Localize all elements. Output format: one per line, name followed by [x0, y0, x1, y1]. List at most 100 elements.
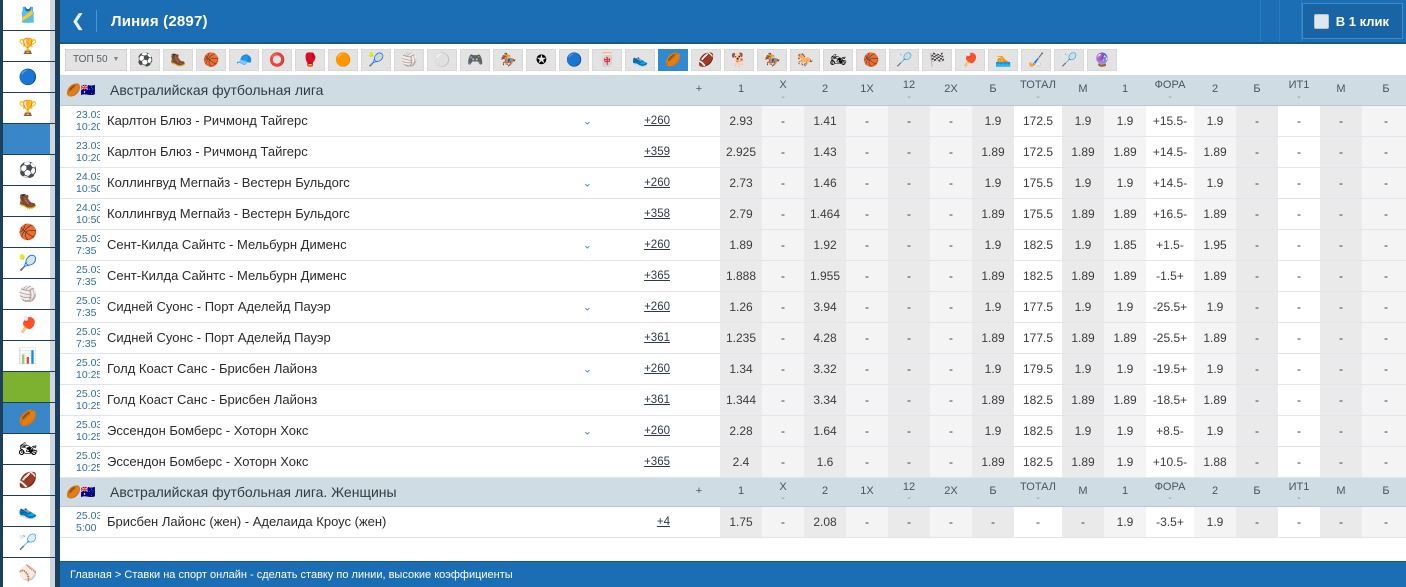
odds-cell-h1[interactable]: 1.89 [1104, 322, 1146, 354]
odds-cell-m1[interactable]: 1.9 [1062, 105, 1104, 137]
odds-cell-b1[interactable]: 1.89 [972, 322, 1014, 354]
column-header-12[interactable]: 12 ⌄ [888, 76, 930, 106]
odds-cell-m1[interactable]: 1.89 [1062, 322, 1104, 354]
filter-badminton-icon[interactable]: 🏸 [889, 48, 920, 71]
event-name-cell[interactable]: Эссендон Бомберс - Хоторн Хокс +365 [100, 446, 678, 478]
sidebar-item-baseball[interactable]: ⚾ [3, 558, 55, 587]
event-row[interactable]: 23.03 10:20 Карлтон Блюз - Ричмонд Тайгерс… [60, 105, 1406, 137]
odds-cell-m1[interactable]: 1.89 [1062, 198, 1104, 230]
sidebar-item-badminton[interactable]: 🏸 [3, 527, 55, 557]
filter-cycling-icon[interactable]: ⭕ [262, 48, 293, 71]
odds-cell-w2[interactable]: 3.32 [804, 353, 846, 385]
odds-cell-b1[interactable]: 1.9 [972, 229, 1014, 261]
odds-cell-w1[interactable]: 1.89 [720, 229, 762, 261]
chevron-down-icon[interactable]: ⌄ [583, 114, 592, 127]
column-header-12[interactable]: 12 ⌄ [888, 477, 930, 507]
odds-cell-total[interactable]: 172.5 [1014, 105, 1062, 137]
sidebar-item-table-tennis[interactable]: 🏓 [3, 310, 55, 340]
filter-tennis-icon[interactable]: 🎾 [361, 48, 392, 71]
odds-cell-m1[interactable]: 1.89 [1062, 446, 1104, 478]
event-row[interactable]: 25.03 5:00 Брисбен Лайонс (жен) - Аделаида… [60, 506, 1406, 538]
odds-cell-h2[interactable]: 1.89 [1194, 136, 1236, 168]
one-click-bet-toggle[interactable]: В 1 клик [1301, 3, 1403, 39]
odds-cell-fora[interactable]: +16.5- [1146, 198, 1194, 230]
odds-cell-fora[interactable]: -3.5+ [1146, 506, 1194, 538]
filter-boxing-icon[interactable]: 🥊 [295, 48, 326, 71]
sidebar-item-basketball[interactable]: 🏀 [3, 217, 55, 247]
left-sports-sidebar[interactable]: 🎽🏆🔵🏆⚽🥾🏀🎾🏐🏓📊🏉🏍🏈👟🏸⚾🥊 [0, 0, 58, 587]
odds-cell-h2[interactable]: 1.89 [1194, 322, 1236, 354]
event-name-cell[interactable]: Сент-Килда Сайнтс - Мельбурн Дименс ⌄ +260 [100, 229, 678, 261]
odds-cell-fora[interactable]: -1.5+ [1146, 260, 1194, 292]
odds-cell-total[interactable]: 177.5 [1014, 291, 1062, 323]
event-name-cell[interactable]: Коллингвуд Мегпайз - Вестерн Бульдогс ⌄ +2… [100, 167, 678, 199]
more-markets-link[interactable]: +4 [657, 516, 670, 528]
odds-cell-w1[interactable]: 2.73 [720, 167, 762, 199]
back-button[interactable]: ❮ [60, 0, 96, 42]
sidebar-item-motorsport[interactable]: 🏍 [3, 434, 55, 464]
odds-cell-w2[interactable]: 1.464 [804, 198, 846, 230]
column-header-fora[interactable]: ФОРА ⌄ [1146, 76, 1194, 106]
odds-cell-w2[interactable]: 1.64 [804, 415, 846, 447]
odds-cell-h2[interactable]: 1.9 [1194, 167, 1236, 199]
odds-cell-w1[interactable]: 2.79 [720, 198, 762, 230]
odds-cell-m1[interactable]: 1.89 [1062, 136, 1104, 168]
odds-cell-fora[interactable]: -25.5+ [1146, 291, 1194, 323]
odds-cell-b1[interactable]: 1.9 [972, 105, 1014, 137]
filter-ice-hockey-icon[interactable]: 🥾 [163, 48, 194, 71]
odds-cell-b1[interactable]: 1.9 [972, 167, 1014, 199]
odds-cell-h2[interactable]: 1.9 [1194, 506, 1236, 538]
odds-cell-b1[interactable]: 1.89 [972, 198, 1014, 230]
odds-cell-b1[interactable]: 1.89 [972, 260, 1014, 292]
chevron-down-icon[interactable]: ⌄ [1167, 494, 1173, 501]
more-markets-link[interactable]: +365 [644, 270, 670, 282]
filter-handball-icon[interactable]: 🟠 [328, 48, 359, 71]
filter-basketball-icon[interactable]: 🏀 [196, 48, 227, 71]
odds-cell-w2[interactable]: 2.08 [804, 506, 846, 538]
event-row[interactable]: 25.03 10:25 Голд Коаст Санс - Брисбен Лайо… [60, 353, 1406, 385]
column-header-it1[interactable]: ИТ1 ⌄ [1278, 76, 1320, 106]
chevron-down-icon[interactable]: ⌄ [1296, 93, 1302, 100]
filter-table-tennis-icon[interactable]: 🏓 [955, 48, 986, 71]
event-row[interactable]: 25.03 7:35 Сидней Суонс - Порт Аделейд Пау… [60, 322, 1406, 354]
odds-cell-h1[interactable]: 1.9 [1104, 506, 1146, 538]
filter-greyhound-icon[interactable]: 🐕 [724, 48, 755, 71]
odds-cell-h1[interactable]: 1.9 [1104, 167, 1146, 199]
filter-motorsport-helmet-icon[interactable]: 🏍 [823, 48, 854, 71]
odds-cell-m1[interactable]: 1.9 [1062, 167, 1104, 199]
odds-cell-total[interactable]: 182.5 [1014, 446, 1062, 478]
event-row[interactable]: 25.03 10:25 Голд Коаст Санс - Брисбен Лайо… [60, 384, 1406, 416]
odds-cell-b1[interactable]: 1.9 [972, 353, 1014, 385]
event-name-cell[interactable]: Карлтон Блюз - Ричмонд Тайгерс +359 [100, 136, 678, 168]
odds-cell-total[interactable]: 182.5 [1014, 229, 1062, 261]
event-name-cell[interactable]: Эссендон Бомберс - Хоторн Хокс ⌄ +260 [100, 415, 678, 447]
filter-shuttlecock-icon[interactable]: 🏸 [1054, 48, 1085, 71]
odds-cell-w1[interactable]: 1.26 [720, 291, 762, 323]
event-name-cell[interactable]: Голд Коаст Санс - Брисбен Лайонз ⌄ +260 [100, 353, 678, 385]
odds-cell-fora[interactable]: +1.5- [1146, 229, 1194, 261]
odds-cell-h2[interactable]: 1.9 [1194, 415, 1236, 447]
filter-star-sport-icon[interactable]: ✪ [526, 48, 557, 71]
odds-cell-h1[interactable]: 1.89 [1104, 198, 1146, 230]
odds-cell-m1[interactable]: 1.89 [1062, 384, 1104, 416]
sidebar-item-aussie-rules[interactable]: 🏉 [3, 403, 55, 433]
more-markets-link[interactable]: +365 [644, 456, 670, 468]
filter-baseball-icon[interactable]: 🧢 [229, 48, 260, 71]
column-header-x[interactable]: X ⌄ [762, 76, 804, 106]
sidebar-item-green[interactable] [3, 372, 55, 402]
odds-cell-fora[interactable]: -19.5+ [1146, 353, 1194, 385]
odds-cell-b1[interactable]: 1.89 [972, 136, 1014, 168]
odds-cell-w1[interactable]: 1.344 [720, 384, 762, 416]
filter-american-football-icon[interactable]: 🏈 [691, 48, 722, 71]
sidebar-item-selected[interactable] [3, 124, 55, 154]
chevron-down-icon[interactable]: ⌄ [906, 494, 912, 501]
more-markets-link[interactable]: +359 [644, 146, 670, 158]
sidebar-item-ice-hockey[interactable]: 🥾 [3, 186, 55, 216]
column-header-it1[interactable]: ИТ1 ⌄ [1278, 477, 1320, 507]
sidebar-item-volleyball[interactable]: 🏐 [3, 279, 55, 309]
odds-cell-h1[interactable]: 1.85 [1104, 229, 1146, 261]
filter-esports-icon[interactable]: 🎮 [460, 48, 491, 71]
filter-volleyball-icon[interactable]: 🏐 [394, 48, 425, 71]
odds-cell-w2[interactable]: 1.6 [804, 446, 846, 478]
event-row[interactable]: 25.03 7:35 Сидней Суонс - Порт Аделейд Пау… [60, 291, 1406, 323]
